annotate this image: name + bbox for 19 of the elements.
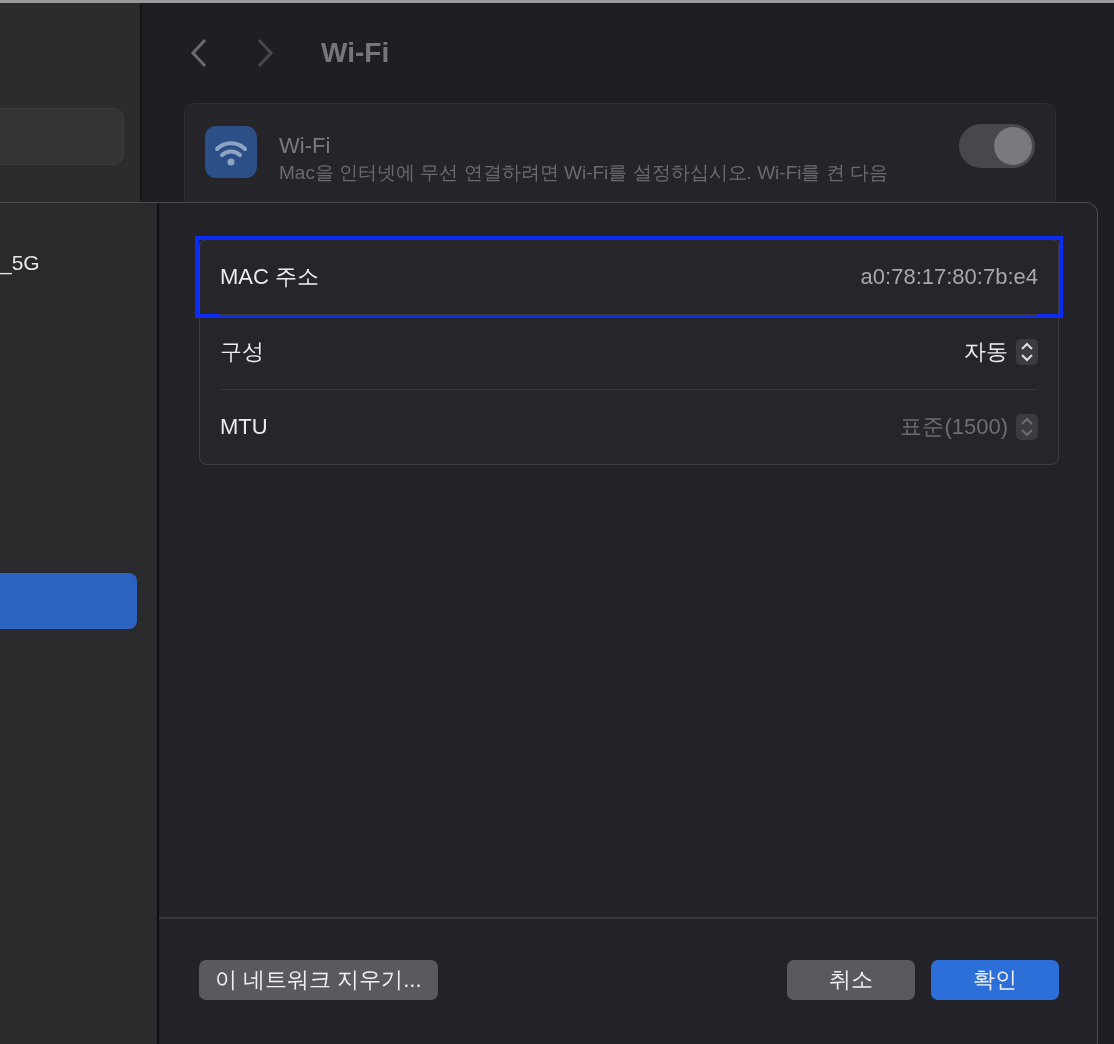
stepper-icon (1016, 414, 1038, 440)
setting-value: a0:78:17:80:7b:e4 (860, 264, 1038, 290)
stepper-icon (1016, 339, 1038, 365)
wifi-toggle[interactable] (959, 124, 1035, 168)
setting-label: MTU (220, 414, 268, 440)
setting-label: 구성 (220, 338, 264, 366)
back-icon[interactable] (189, 38, 209, 68)
wifi-title: Wi-Fi (279, 132, 332, 160)
network-item[interactable] (0, 573, 137, 629)
cancel-button[interactable]: 취소 (787, 959, 915, 1000)
ok-button[interactable]: 확인 (931, 959, 1059, 1000)
wifi-description: Mac을 인터넷에 무선 연결하려면 Wi-Fi를 설정하십시오. Wi-Fi를 켠 다음 (279, 161, 890, 185)
wifi-icon (205, 126, 257, 178)
window-title: Wi-Fi (321, 37, 390, 69)
forget-network-button[interactable]: 이 네트워크 지우기... (199, 959, 438, 1000)
setting-label: MAC 주소 (220, 263, 319, 291)
popup-menu[interactable]: 자동 (964, 337, 1038, 367)
forward-icon[interactable] (255, 38, 275, 68)
network-item[interactable]: _5G (0, 235, 137, 291)
